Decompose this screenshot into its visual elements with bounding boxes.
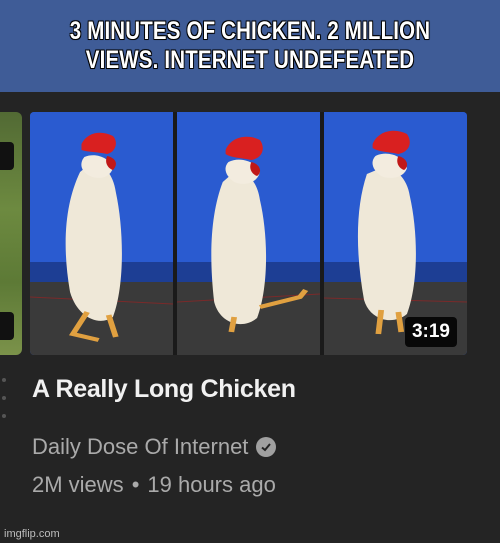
meta-separator: • xyxy=(131,472,140,497)
previous-video-thumbnail[interactable] xyxy=(0,112,22,355)
view-count: 2M views xyxy=(32,472,124,497)
channel-name[interactable]: Daily Dose Of Internet xyxy=(32,434,248,460)
more-options-icon[interactable] xyxy=(0,378,8,418)
channel-row[interactable]: Daily Dose Of Internet xyxy=(32,434,277,460)
video-metadata: 2M views • 19 hours ago xyxy=(32,472,276,498)
verified-check-icon xyxy=(256,437,277,457)
peek-badge-top xyxy=(0,142,14,170)
thumbnail-frame: 3:19 xyxy=(324,112,467,355)
video-thumbnail[interactable]: 3:19 xyxy=(30,112,467,355)
video-duration-badge: 3:19 xyxy=(404,317,457,347)
upload-age: 19 hours ago xyxy=(147,472,276,497)
imgflip-watermark: imgflip.com xyxy=(4,528,60,540)
meme-caption-text: 3 MINUTES OF CHICKEN. 2 MILLION VIEWS. I… xyxy=(69,17,431,74)
peek-badge-bottom xyxy=(0,312,14,340)
thumbnail-frame xyxy=(177,112,320,355)
video-card[interactable]: 3:19 A Really Long Chicken Daily Dose Of… xyxy=(0,92,500,543)
video-title[interactable]: A Really Long Chicken xyxy=(32,375,296,404)
meme-caption-bar: 3 MINUTES OF CHICKEN. 2 MILLION VIEWS. I… xyxy=(0,0,500,92)
thumbnail-frame xyxy=(30,112,173,355)
